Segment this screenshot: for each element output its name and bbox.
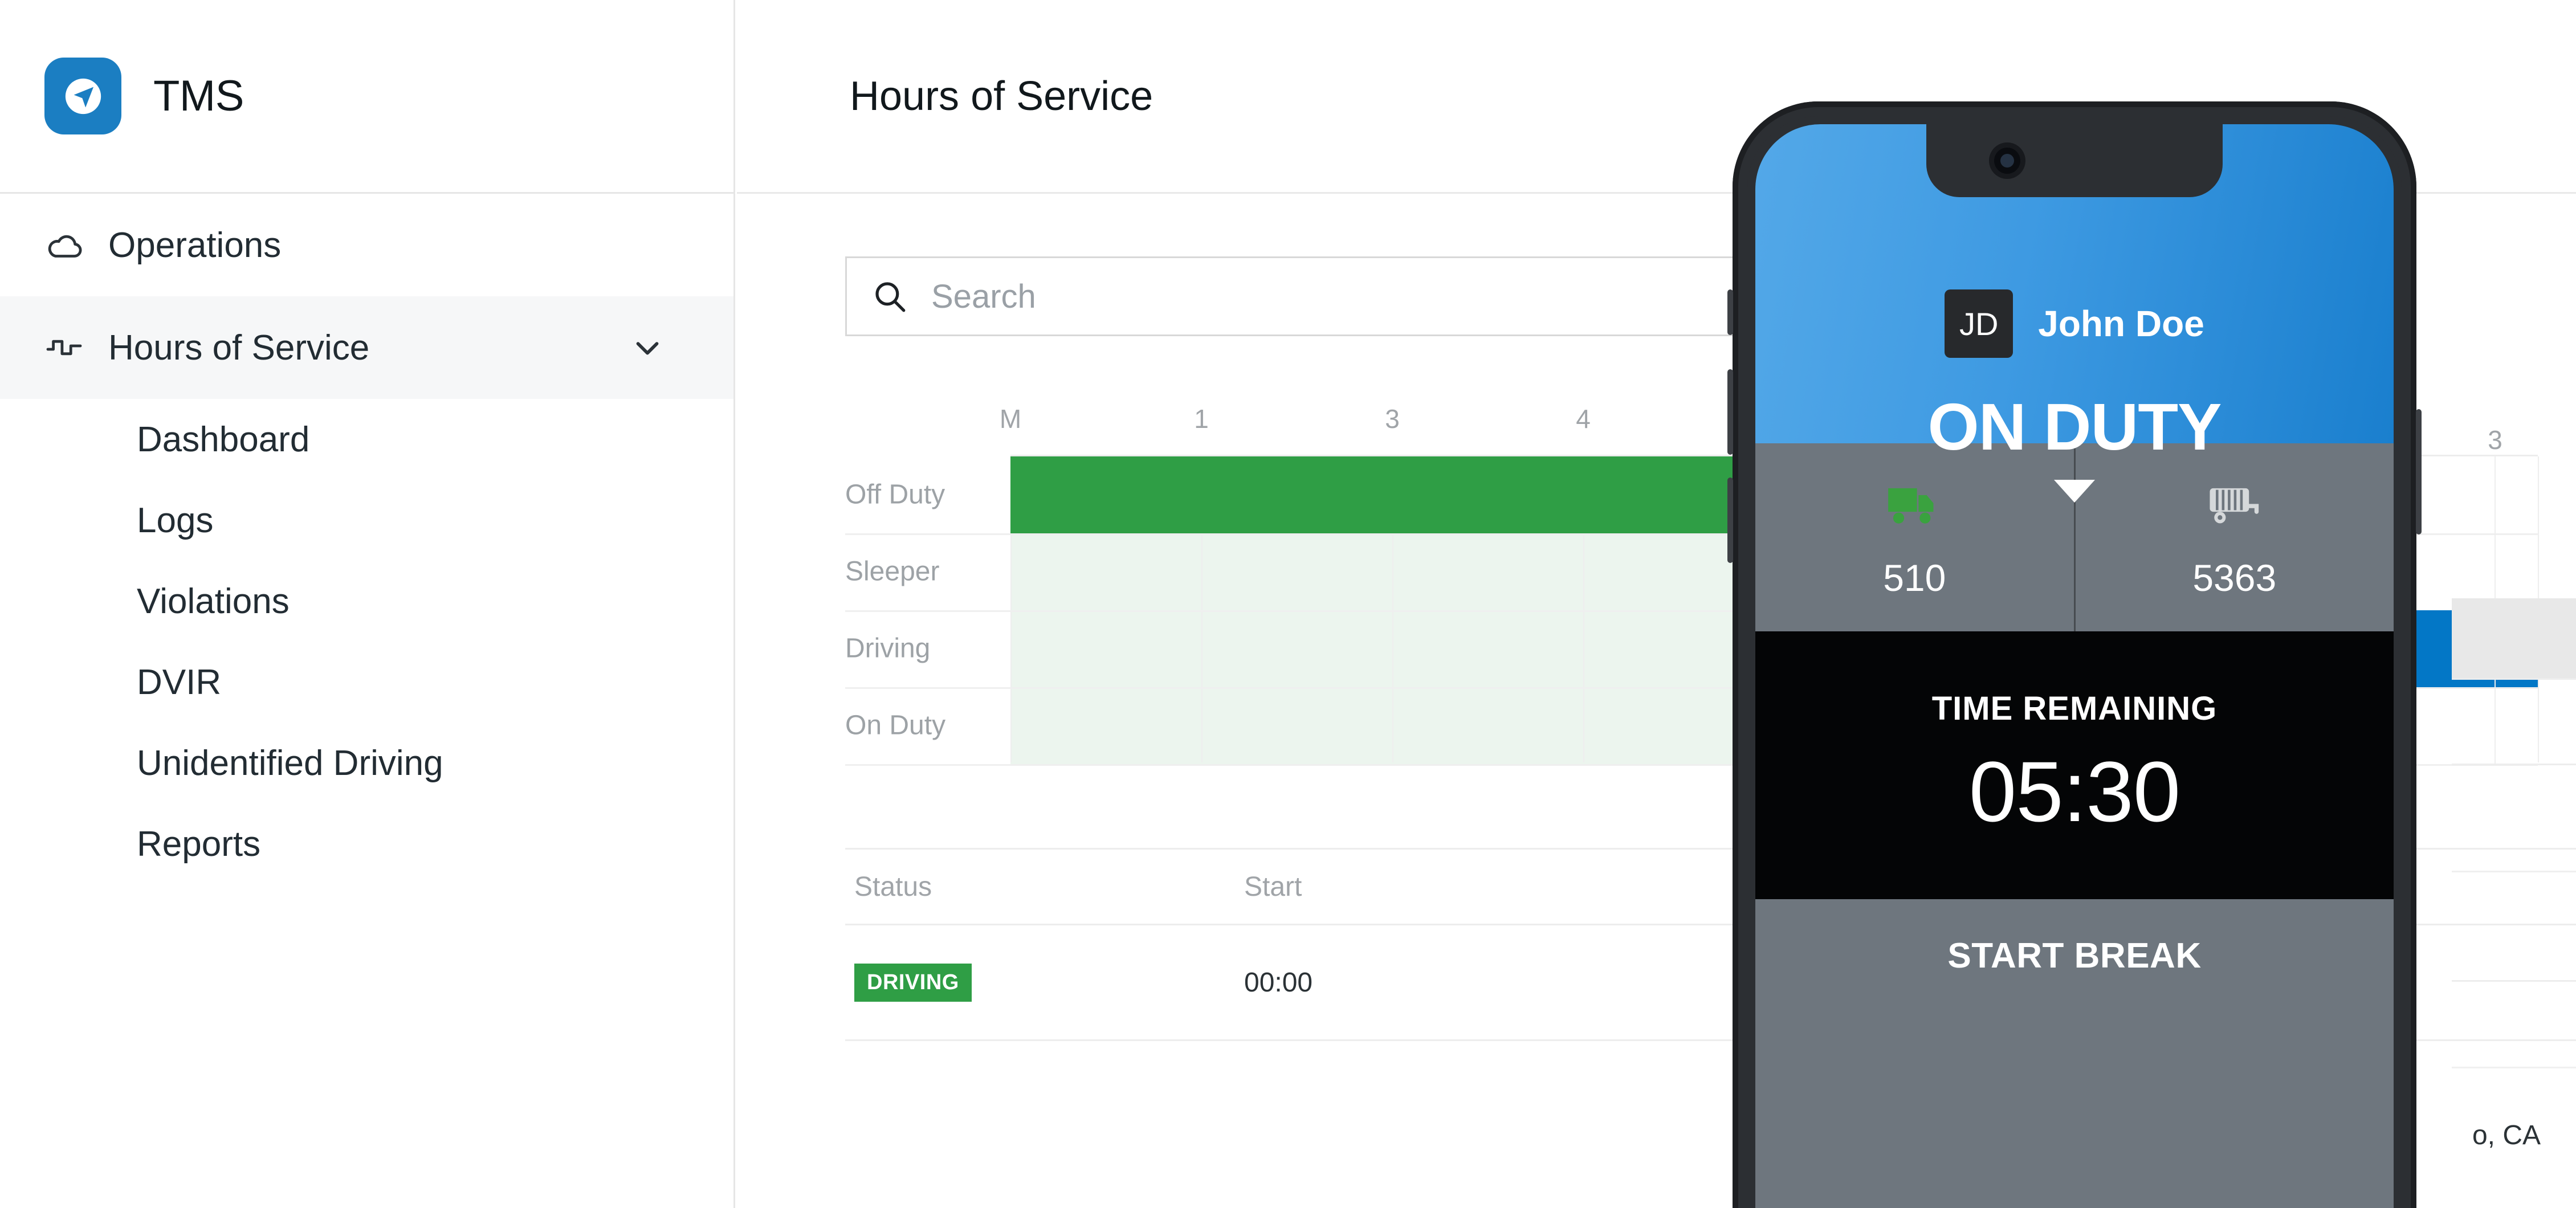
start-break-label: START BREAK [1947, 936, 2202, 976]
truck-tile[interactable]: 510 [1755, 443, 2074, 631]
time-remaining-label: TIME REMAINING [1931, 690, 2218, 727]
trailer-icon [2203, 475, 2266, 538]
sidebar-subitem-label: Logs [137, 500, 214, 540]
column-header-status: Status [854, 871, 932, 902]
cell-start: 00:00 [1244, 967, 1313, 998]
chart-bar-off-duty [1010, 456, 1774, 533]
table-divider-right [2452, 980, 2576, 982]
sidebar-item-unidentified-driving[interactable]: Unidentified Driving [0, 723, 733, 803]
axis-tick: 4 [1576, 404, 1591, 434]
location-text: o, CA [2472, 1120, 2541, 1150]
app-screen: JD John Doe ON DUTY 510 5363 TIME REMAIN… [1755, 124, 2394, 1208]
axis-tick: 1 [1194, 404, 1209, 434]
column-header-start: Start [1244, 871, 1302, 902]
search-input[interactable]: Search [845, 256, 1791, 336]
brand[interactable]: TMS [0, 0, 733, 194]
sidebar-nav: Operations Hours of Service Dashboard Lo… [0, 194, 733, 884]
phone-volume-down-button[interactable] [1727, 478, 1733, 563]
table-divider-right [2452, 1067, 2576, 1068]
sidebar-item-operations[interactable]: Operations [0, 194, 733, 296]
driver-identity: JD John Doe [1945, 289, 2204, 358]
sidebar-item-dvir[interactable]: DVIR [0, 642, 733, 723]
app-root: TMS Operations Hours of Service Dashboar… [0, 0, 2576, 1208]
phone-mute-switch[interactable] [1727, 289, 1733, 335]
axis-tick-right: 3 [2488, 425, 2502, 455]
driver-name: John Doe [2038, 303, 2204, 344]
truck-icon [1883, 475, 1946, 538]
chart-row-label: Off Duty [845, 479, 945, 510]
trailer-tile[interactable]: 5363 [2073, 443, 2394, 631]
chart-row-label: Driving [845, 633, 931, 664]
axis-tick: M [999, 404, 1022, 434]
sidebar-subitem-label: Violations [137, 581, 290, 621]
vehicle-tiles: 510 5363 [1755, 443, 2394, 631]
sidebar-subitem-label: Unidentified Driving [137, 743, 443, 783]
caret-down-icon[interactable] [2054, 480, 2095, 503]
table-divider-right [2452, 678, 2576, 680]
avatar: JD [1945, 289, 2013, 358]
axis-tick: 3 [1385, 404, 1400, 434]
status-badge: DRIVING [854, 963, 972, 1002]
sidebar-item-reports[interactable]: Reports [0, 803, 733, 884]
sidebar-subitem-label: DVIR [137, 662, 222, 702]
sidebar-item-label: Hours of Service [108, 328, 370, 368]
sidebar-item-violations[interactable]: Violations [0, 561, 733, 642]
time-remaining-panel: TIME REMAINING 05:30 [1755, 631, 2394, 899]
sidebar-item-logs[interactable]: Logs [0, 480, 733, 561]
start-break-button[interactable]: START BREAK [1755, 899, 2394, 1208]
search-icon [871, 277, 908, 315]
navigation-arrow-icon [44, 58, 121, 134]
pulse-wave-icon [44, 327, 99, 368]
page-title: Hours of Service [850, 73, 1154, 119]
cell-status: DRIVING [845, 963, 1244, 1002]
brand-title: TMS [153, 72, 244, 120]
phone-power-button[interactable] [2416, 409, 2422, 534]
sidebar-subitem-label: Reports [137, 824, 261, 864]
table-divider-right [2452, 764, 2576, 765]
highlighted-row-band [2452, 598, 2576, 678]
search-placeholder: Search [931, 277, 1036, 315]
sidebar-item-label: Operations [108, 225, 282, 265]
phone-mockup: JD John Doe ON DUTY 510 5363 TIME REMAIN… [1727, 101, 2422, 1208]
sidebar-item-dashboard[interactable]: Dashboard [0, 399, 733, 480]
phone-screen: JD John Doe ON DUTY 510 5363 TIME REMAIN… [1755, 124, 2394, 1208]
phone-notch [1926, 124, 2223, 197]
front-camera-icon [1994, 148, 2020, 174]
chart-row-label: On Duty [845, 710, 946, 741]
time-remaining-value: 05:30 [1968, 744, 2180, 839]
phone-volume-up-button[interactable] [1727, 369, 1733, 455]
table-divider-right [2452, 871, 2576, 872]
duty-status-label[interactable]: ON DUTY [1928, 389, 2222, 465]
cloud-icon [44, 225, 99, 266]
chevron-down-icon[interactable] [629, 329, 666, 366]
chart-row-label: Sleeper [845, 556, 940, 587]
truck-number: 510 [1883, 557, 1946, 599]
sidebar: TMS Operations Hours of Service Dashboar… [0, 0, 735, 1208]
phone-bezel: JD John Doe ON DUTY 510 5363 TIME REMAIN… [1747, 116, 2402, 1208]
sidebar-subitem-label: Dashboard [137, 419, 310, 459]
sidebar-item-hours-of-service[interactable]: Hours of Service [0, 296, 733, 399]
trailer-number: 5363 [2192, 557, 2277, 599]
